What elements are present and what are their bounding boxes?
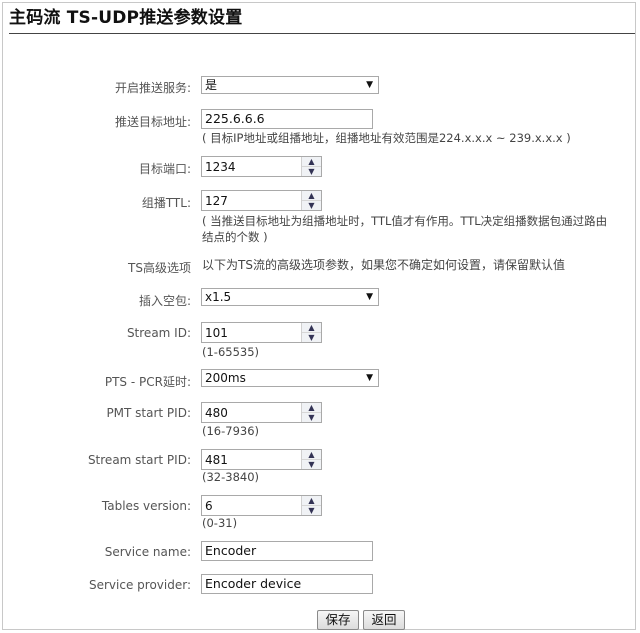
- pmt-start-pid-stepper[interactable]: 480 ▲ ▼: [201, 402, 322, 423]
- spin-up-icon[interactable]: ▲: [302, 157, 321, 167]
- insert-null-select[interactable]: x1.5 ▼: [201, 288, 379, 306]
- chevron-down-icon: ▼: [366, 80, 373, 90]
- spin-down-icon[interactable]: ▼: [302, 460, 321, 469]
- target-address-hint: ( 目标IP地址或组播地址，组播地址有效范围是224.x.x.x ~ 239.x…: [202, 131, 571, 145]
- title-divider: [9, 33, 635, 34]
- tables-version-stepper[interactable]: 6 ▲ ▼: [201, 495, 322, 516]
- insert-null-value: x1.5: [205, 290, 232, 304]
- tables-version-label: Tables version:: [101, 499, 191, 513]
- multicast-ttl-hint: ( 当推送目标地址为组播地址时，TTL值才有作用。TTL决定组播数据包通过路由结…: [202, 214, 608, 244]
- chevron-down-icon: ▼: [366, 373, 373, 383]
- stream-id-range: (1-65535): [202, 345, 260, 359]
- spin-up-icon[interactable]: ▲: [302, 496, 321, 506]
- spin-down-icon[interactable]: ▼: [302, 413, 321, 422]
- pmt-start-pid-value: 480: [205, 406, 228, 420]
- spin-up-icon[interactable]: ▲: [302, 403, 321, 413]
- service-name-input[interactable]: Encoder: [201, 541, 373, 561]
- push-service-value: 是: [205, 78, 218, 92]
- pts-pcr-delay-select[interactable]: 200ms ▼: [201, 369, 379, 387]
- pmt-start-pid-label: PMT start PID:: [106, 406, 191, 420]
- multicast-ttl-stepper[interactable]: 127 ▲ ▼: [201, 190, 322, 211]
- stream-start-pid-label: Stream start PID:: [87, 453, 191, 467]
- insert-null-label: 插入空包:: [138, 294, 191, 308]
- target-port-stepper[interactable]: 1234 ▲ ▼: [201, 156, 322, 177]
- spin-down-icon[interactable]: ▼: [302, 506, 321, 515]
- target-port-label: 目标端口:: [138, 162, 191, 176]
- page-title: 主码流 TS-UDP推送参数设置: [9, 8, 243, 28]
- multicast-ttl-value: 127: [205, 194, 228, 208]
- stream-start-pid-range: (32-3840): [202, 470, 260, 484]
- save-button[interactable]: 保存: [317, 610, 359, 630]
- service-provider-input[interactable]: Encoder device: [201, 574, 373, 594]
- spin-down-icon[interactable]: ▼: [302, 201, 321, 210]
- chevron-down-icon: ▼: [366, 292, 373, 302]
- pts-pcr-delay-label: PTS - PCR延时:: [104, 375, 191, 389]
- tables-version-range: (0-31): [202, 516, 238, 530]
- pts-pcr-delay-value: 200ms: [205, 371, 246, 385]
- push-service-select[interactable]: 是 ▼: [201, 76, 379, 94]
- stream-start-pid-value: 481: [205, 453, 228, 467]
- service-name-label: Service name:: [104, 545, 191, 559]
- spin-up-icon[interactable]: ▲: [302, 450, 321, 460]
- spin-up-icon[interactable]: ▲: [302, 191, 321, 201]
- ts-advanced-note: 以下为TS流的高级选项参数，如果您不确定如何设置，请保留默认值: [202, 258, 565, 272]
- spin-down-icon[interactable]: ▼: [302, 333, 321, 342]
- target-port-value: 1234: [205, 160, 236, 174]
- stream-start-pid-stepper[interactable]: 481 ▲ ▼: [201, 449, 322, 470]
- pmt-start-pid-range: (16-7936): [202, 424, 260, 438]
- target-address-input[interactable]: 225.6.6.6: [201, 109, 373, 129]
- spin-up-icon[interactable]: ▲: [302, 323, 321, 333]
- settings-panel: [2, 2, 636, 630]
- multicast-ttl-label: 组播TTL:: [141, 196, 191, 210]
- target-address-label: 推送目标地址:: [114, 115, 191, 129]
- push-service-label: 开启推送服务:: [114, 81, 191, 95]
- stream-id-stepper[interactable]: 101 ▲ ▼: [201, 322, 322, 343]
- ts-advanced-label: TS高级选项: [128, 261, 191, 275]
- tables-version-value: 6: [205, 499, 213, 513]
- spin-down-icon[interactable]: ▼: [302, 167, 321, 176]
- stream-id-label: Stream ID:: [126, 326, 191, 340]
- service-provider-label: Service provider:: [89, 578, 191, 592]
- stream-id-value: 101: [205, 326, 228, 340]
- back-button[interactable]: 返回: [363, 610, 405, 630]
